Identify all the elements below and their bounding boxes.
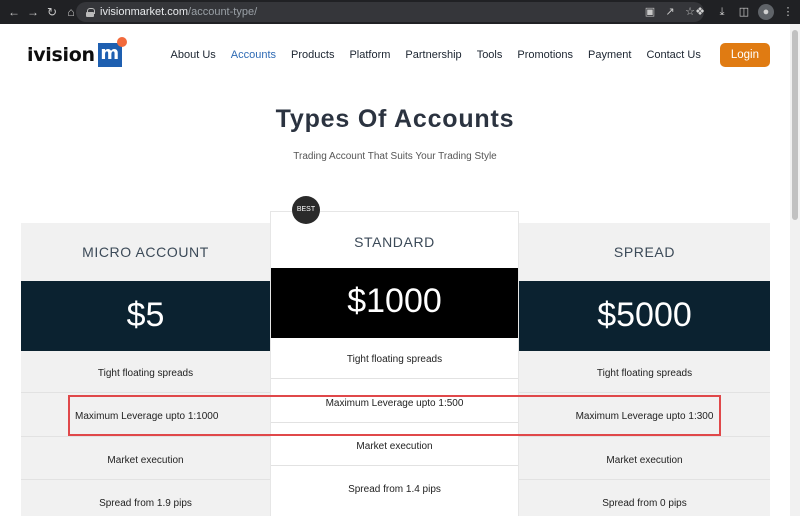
feature-spreads: Tight floating spreads <box>97 368 194 379</box>
page-title: Types Of Accounts <box>275 105 515 133</box>
plan-price: $1000 <box>347 282 442 320</box>
divider <box>271 465 518 466</box>
nav-partnership[interactable]: Partnership <box>405 49 461 61</box>
logo-mark-letter: m <box>100 43 120 64</box>
feature-spread-from: Spread from 0 pips <box>602 498 687 509</box>
nav-platform[interactable]: Platform <box>349 49 390 61</box>
reload-icon[interactable]: ↻ <box>44 4 60 20</box>
side-panel-icon[interactable]: ◫ <box>736 4 752 20</box>
divider <box>519 392 770 393</box>
plan-name: SPREAD <box>613 244 676 260</box>
lock-icon <box>86 7 95 17</box>
divider <box>21 392 270 393</box>
divider <box>21 479 270 480</box>
main-nav: About Us Accounts Products Platform Part… <box>171 43 770 67</box>
plan-price: $5000 <box>597 296 692 334</box>
nav-contact-us[interactable]: Contact Us <box>646 49 700 61</box>
nav-promotions[interactable]: Promotions <box>517 49 573 61</box>
leverage-highlight-box <box>68 395 721 436</box>
nav-about-us[interactable]: About Us <box>171 49 216 61</box>
divider <box>21 436 270 437</box>
plan-name: STANDARD <box>354 234 435 250</box>
back-arrow-icon[interactable]: ← <box>6 4 22 20</box>
feature-spreads: Tight floating spreads <box>596 368 693 379</box>
feature-execution: Market execution <box>107 455 184 466</box>
plan-card-standard: STANDARD $1000 Tight floating spreads Ma… <box>270 211 519 516</box>
best-badge: BEST <box>292 196 320 224</box>
feature-spread-from: Spread from 1.9 pips <box>99 498 192 509</box>
feature-spread-from: Spread from 1.4 pips <box>348 484 441 495</box>
download-icon[interactable]: ⤓ <box>714 4 730 20</box>
feature-execution: Market execution <box>356 441 433 452</box>
scrollbar-thumb[interactable] <box>792 30 798 220</box>
nav-accounts[interactable]: Accounts <box>231 49 276 61</box>
plan-price: $5 <box>126 296 165 334</box>
address-bar[interactable]: ivisionmarket.com/account-type/ ▣ ↗ ☆ <box>76 2 704 22</box>
logo-mark: m <box>97 37 127 67</box>
extensions-icon[interactable]: ❖ <box>692 4 708 20</box>
divider <box>519 436 770 437</box>
divider <box>271 378 518 379</box>
profile-avatar-icon[interactable]: ● <box>758 4 774 20</box>
site-logo[interactable]: ivision m <box>27 37 127 67</box>
page-scrollbar[interactable] <box>790 24 800 516</box>
nav-products[interactable]: Products <box>291 49 334 61</box>
nav-tools[interactable]: Tools <box>477 49 503 61</box>
url-text: ivisionmarket.com/account-type/ <box>100 6 257 18</box>
logo-dot <box>116 37 127 47</box>
forward-arrow-icon[interactable]: → <box>25 4 41 20</box>
nav-payment[interactable]: Payment <box>588 49 631 61</box>
login-button[interactable]: Login <box>719 43 770 67</box>
url-host: ivisionmarket.com <box>100 6 189 18</box>
url-path: /account-type/ <box>188 6 258 18</box>
browser-toolbar: ← → ↻ ⌂ ivisionmarket.com/account-type/ … <box>0 0 800 24</box>
plan-name: MICRO ACCOUNT <box>82 244 209 260</box>
menu-kebab-icon[interactable]: ⋮ <box>780 4 796 20</box>
share-icon[interactable]: ↗ <box>664 6 676 18</box>
translate-icon[interactable]: ▣ <box>644 6 656 18</box>
divider <box>519 479 770 480</box>
plan-card-micro: MICRO ACCOUNT $5 Tight floating spreads … <box>21 223 270 516</box>
site-header: ivision m About Us Accounts Products Pla… <box>0 24 790 86</box>
feature-spreads: Tight floating spreads <box>346 354 443 365</box>
page-subtitle: Trading Account That Suits Your Trading … <box>293 151 497 162</box>
plan-card-spread: SPREAD $5000 Tight floating spreads Maxi… <box>519 223 770 516</box>
logo-text: ivision <box>27 44 95 66</box>
feature-execution: Market execution <box>606 455 683 466</box>
